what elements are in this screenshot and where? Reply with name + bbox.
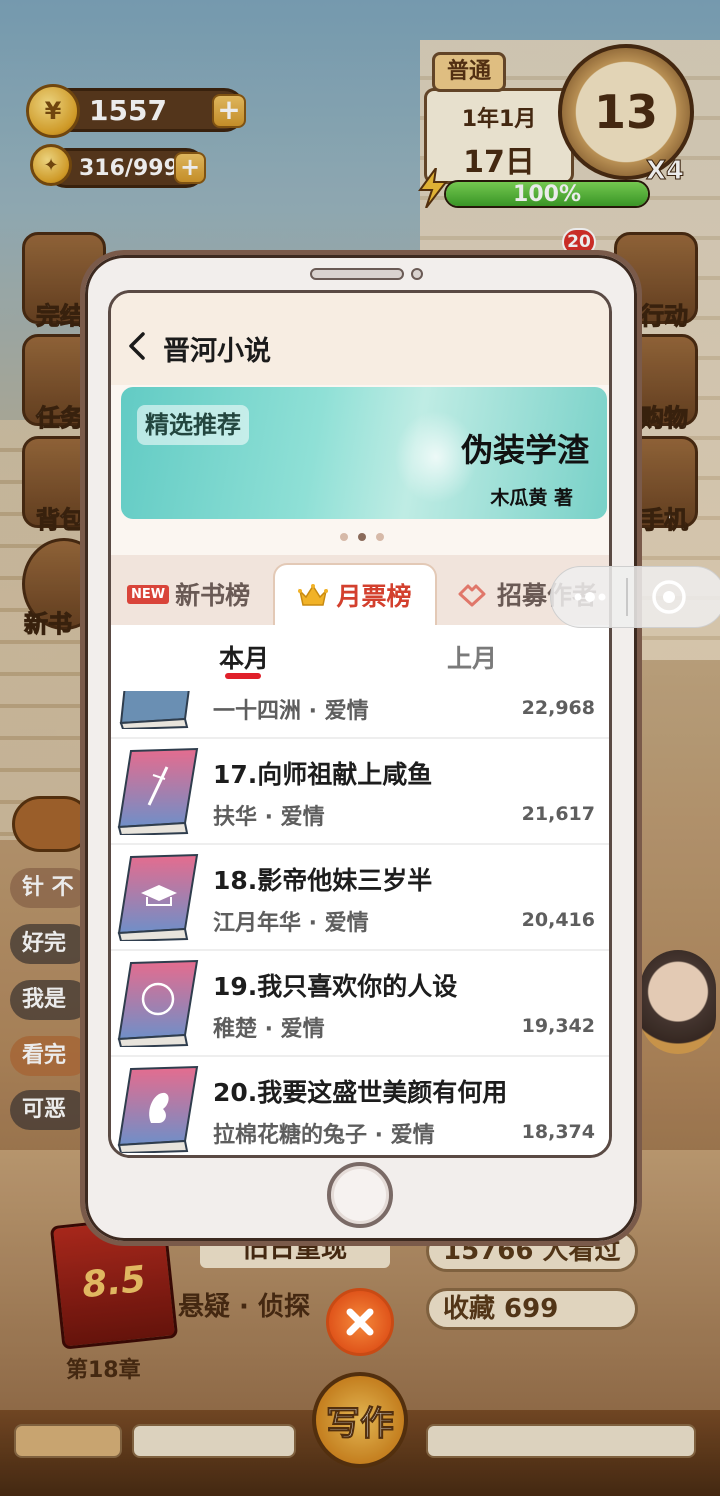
- row-author-genre: 江月年华 · 爱情: [213, 911, 369, 936]
- row-author-genre: 一十四洲 · 爱情: [213, 699, 369, 724]
- more-menu-icon[interactable]: [570, 582, 610, 612]
- row-book-title: 20.我要这盛世美颜有何用: [213, 1078, 508, 1107]
- close-button[interactable]: [326, 1288, 394, 1356]
- ranking-row[interactable]: 19.我只喜欢你的人设 稚楚 · 爱情 19,342: [111, 951, 609, 1055]
- book-cover-icon: [117, 1065, 199, 1153]
- row-author-genre: 稚楚 · 爱情: [213, 1017, 325, 1042]
- back-arrow-icon[interactable]: [125, 331, 151, 361]
- tab-new-books-label: 新书榜: [175, 581, 251, 610]
- tab-monthly-votes-label: 月票榜: [336, 582, 412, 611]
- ranking-tabbar: NEW 新书榜 月票榜 招募作者: [111, 555, 609, 625]
- ranking-row[interactable]: 18.影帝他妹三岁半 江月年华 · 爱情 20,416: [111, 845, 609, 949]
- banner-author: 木瓜黄 著: [490, 487, 573, 509]
- app-header: 晋河小说: [111, 293, 609, 385]
- book-cover-icon: [119, 691, 190, 729]
- row-author-genre: 拉棉花糖的兔子 · 爱情: [213, 1123, 435, 1148]
- subtab-this-month[interactable]: 本月: [219, 639, 269, 675]
- row-vote-count: 21,617: [521, 803, 595, 825]
- phone-screen: 晋河小说 精选推荐 伪装学渣 木瓜黄 著 NEW 新书榜 月票榜 招募作者 本月…: [108, 290, 612, 1158]
- phone-speaker: [310, 268, 404, 280]
- subtab-active-indicator: [225, 673, 261, 679]
- row-book-title: 17.向师祖献上咸鱼: [213, 760, 433, 789]
- book-cover-icon: [117, 747, 199, 835]
- phone-home-button[interactable]: [327, 1162, 393, 1228]
- book-cover-icon: [117, 959, 199, 1047]
- ranking-row[interactable]: 20.我要这盛世美颜有何用 拉棉花糖的兔子 · 爱情 18,374: [111, 1057, 609, 1155]
- ranking-list[interactable]: 一十四洲 · 爱情 22,968 17.向师祖献上咸鱼 扶华 · 爱情 21,6…: [111, 691, 609, 1155]
- period-subtabs: 本月 上月: [111, 625, 609, 691]
- tab-monthly-votes[interactable]: 月票榜: [273, 563, 437, 625]
- row-vote-count: 18,374: [521, 1121, 595, 1143]
- new-badge: NEW: [127, 584, 170, 604]
- featured-banner[interactable]: 精选推荐 伪装学渣 木瓜黄 著: [121, 387, 607, 519]
- row-book-title: 19.我只喜欢你的人设: [213, 972, 458, 1001]
- subtab-last-month[interactable]: 上月: [447, 639, 497, 675]
- row-vote-count: 22,968: [521, 697, 595, 719]
- row-vote-count: 19,342: [521, 1015, 595, 1037]
- carousel-dot[interactable]: [340, 533, 348, 541]
- app-title: 晋河小说: [163, 336, 271, 367]
- capsule-divider: [626, 578, 628, 616]
- banner-book-title: 伪装学渣: [460, 431, 589, 469]
- ranking-row[interactable]: 17.向师祖献上咸鱼 扶华 · 爱情 21,617: [111, 739, 609, 843]
- row-book-title: 18.影帝他妹三岁半: [213, 866, 433, 895]
- banner-tag: 精选推荐: [137, 405, 249, 445]
- crown-icon: [298, 584, 329, 606]
- book-cover-icon: [117, 853, 199, 941]
- row-author-genre: 扶华 · 爱情: [213, 805, 325, 830]
- tab-new-books[interactable]: NEW 新书榜: [127, 563, 250, 625]
- handshake-icon: [458, 584, 486, 607]
- carousel-dot-active[interactable]: [358, 533, 366, 541]
- carousel-dot[interactable]: [376, 533, 384, 541]
- row-vote-count: 20,416: [521, 909, 595, 931]
- ranking-row[interactable]: 一十四洲 · 爱情 22,968: [111, 691, 609, 737]
- exit-target-icon[interactable]: [648, 576, 690, 618]
- phone-camera: [411, 268, 423, 280]
- close-icon: [346, 1308, 374, 1336]
